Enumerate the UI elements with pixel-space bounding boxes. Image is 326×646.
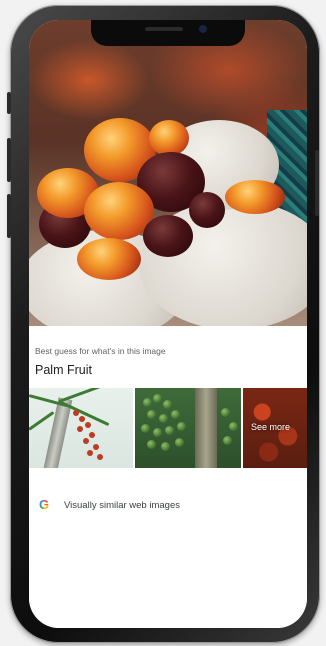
palm-trunk	[43, 397, 73, 468]
query-photo[interactable]	[29, 20, 307, 340]
best-guess-title[interactable]: Palm Fruit	[35, 363, 92, 377]
palm-fruit	[143, 215, 193, 257]
fruit-cluster	[79, 416, 85, 422]
fruit-cluster	[163, 400, 172, 409]
fruit-cluster	[143, 398, 152, 407]
fruit-cluster	[161, 442, 170, 451]
palm-fruit	[149, 120, 189, 156]
fruit-cluster	[93, 444, 99, 450]
power-button	[315, 150, 319, 216]
notch	[91, 20, 245, 46]
results-sheet: Best guess for what's in this image Palm…	[29, 326, 307, 628]
fruit-cluster	[83, 438, 89, 444]
volume-up-button	[7, 138, 11, 182]
best-guess-caption: Best guess for what's in this image	[35, 346, 166, 356]
fruit-cluster	[147, 410, 156, 419]
phone-screen: Best guess for what's in this image Palm…	[29, 20, 307, 628]
palm-fruit	[189, 192, 225, 228]
fruit-cluster	[221, 408, 230, 417]
fruit-cluster	[223, 436, 232, 445]
fruit-cluster	[141, 424, 150, 433]
fruit-cluster	[147, 440, 156, 449]
palm-trunk	[195, 388, 217, 468]
fruit-cluster	[229, 422, 238, 431]
fruit-cluster	[175, 438, 184, 447]
palm-fruit	[77, 238, 141, 280]
fruit-cluster	[87, 450, 93, 456]
see-more-label[interactable]: See more	[251, 422, 290, 432]
fruit-cluster	[159, 414, 168, 423]
fruit-cluster	[171, 410, 180, 419]
fruit-cluster	[73, 410, 79, 416]
front-camera-icon	[199, 25, 207, 33]
fruit-cluster	[97, 454, 103, 460]
visually-similar-label: Visually similar web images	[64, 500, 180, 511]
fruit-cluster	[85, 422, 91, 428]
visually-similar-row[interactable]: G Visually similar web images	[29, 494, 307, 518]
fruit-cluster	[177, 422, 186, 431]
palm-fruit	[225, 180, 285, 214]
fruit-cluster	[77, 426, 83, 432]
fruit-cluster	[165, 426, 174, 435]
google-g-icon: G	[38, 497, 50, 512]
palm-frond	[29, 411, 55, 431]
fruit-cluster	[153, 394, 162, 403]
result-thumbnail[interactable]	[135, 388, 241, 468]
volume-down-button	[7, 194, 11, 238]
speaker-grille	[145, 27, 183, 31]
fruit-cluster	[89, 432, 95, 438]
fruit-cluster	[153, 428, 162, 437]
mute-switch	[7, 92, 11, 114]
result-thumbnail[interactable]	[29, 388, 133, 468]
